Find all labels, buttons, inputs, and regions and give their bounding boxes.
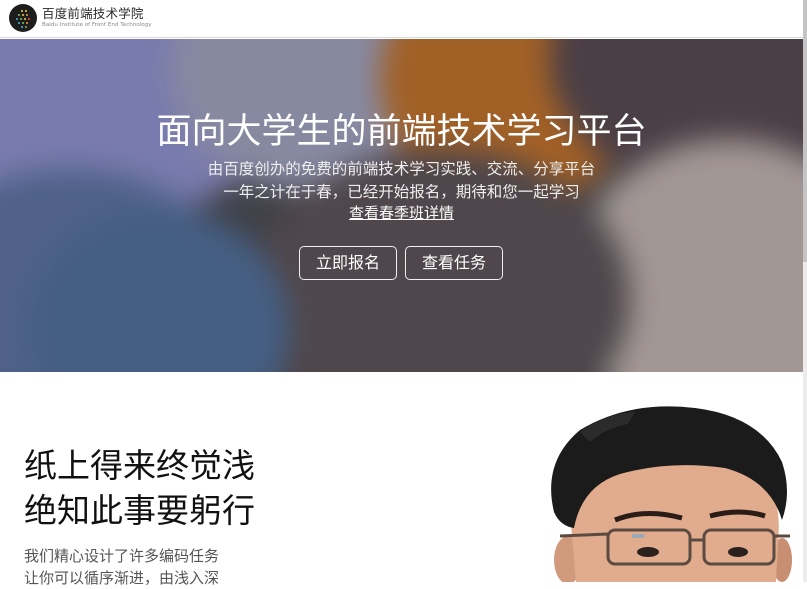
hero-description-line-2: 一年之计在于春，已经开始报名，期待和您一起学习	[223, 183, 580, 201]
slogan-line-2: 绝知此事要躬行	[24, 491, 255, 530]
instructor-portrait-image	[520, 402, 803, 582]
page-scrollbar[interactable]	[803, 0, 807, 582]
top-nav: 百度前端技术学院 Baidu Institute of Front End Te…	[0, 0, 803, 38]
baidu-ife-logo-icon	[9, 4, 37, 32]
logo-text: 百度前端技术学院 Baidu Institute of Front End Te…	[42, 7, 152, 29]
hero-banner: 面向大学生的前端技术学习平台 由百度创办的免费的前端技术学习实践、交流、分享平台…	[0, 39, 803, 372]
slogan-line-1: 纸上得来终觉浅	[24, 446, 255, 485]
site-title: 百度前端技术学院	[42, 6, 144, 21]
intro-description-line-1: 我们精心设计了许多编码任务	[24, 547, 220, 565]
view-tasks-button[interactable]: 查看任务	[405, 246, 503, 280]
signup-button[interactable]: 立即报名	[299, 246, 397, 280]
intro-section: 纸上得来终觉浅 绝知此事要躬行 我们精心设计了许多编码任务 让你可以循序渐进，由…	[0, 372, 803, 587]
intro-description-line-2: 让你可以循序渐进，由浅入深	[24, 569, 220, 587]
hero-description-line-1: 由百度创办的免费的前端技术学习实践、交流、分享平台	[207, 160, 596, 178]
hero-title: 面向大学生的前端技术学习平台	[156, 112, 647, 152]
site-subtitle: Baidu Institute of Front End Technology	[42, 22, 152, 28]
spring-class-details-link[interactable]: 查看春季班详情	[349, 204, 454, 222]
scrollbar-thumb[interactable]	[803, 0, 807, 262]
